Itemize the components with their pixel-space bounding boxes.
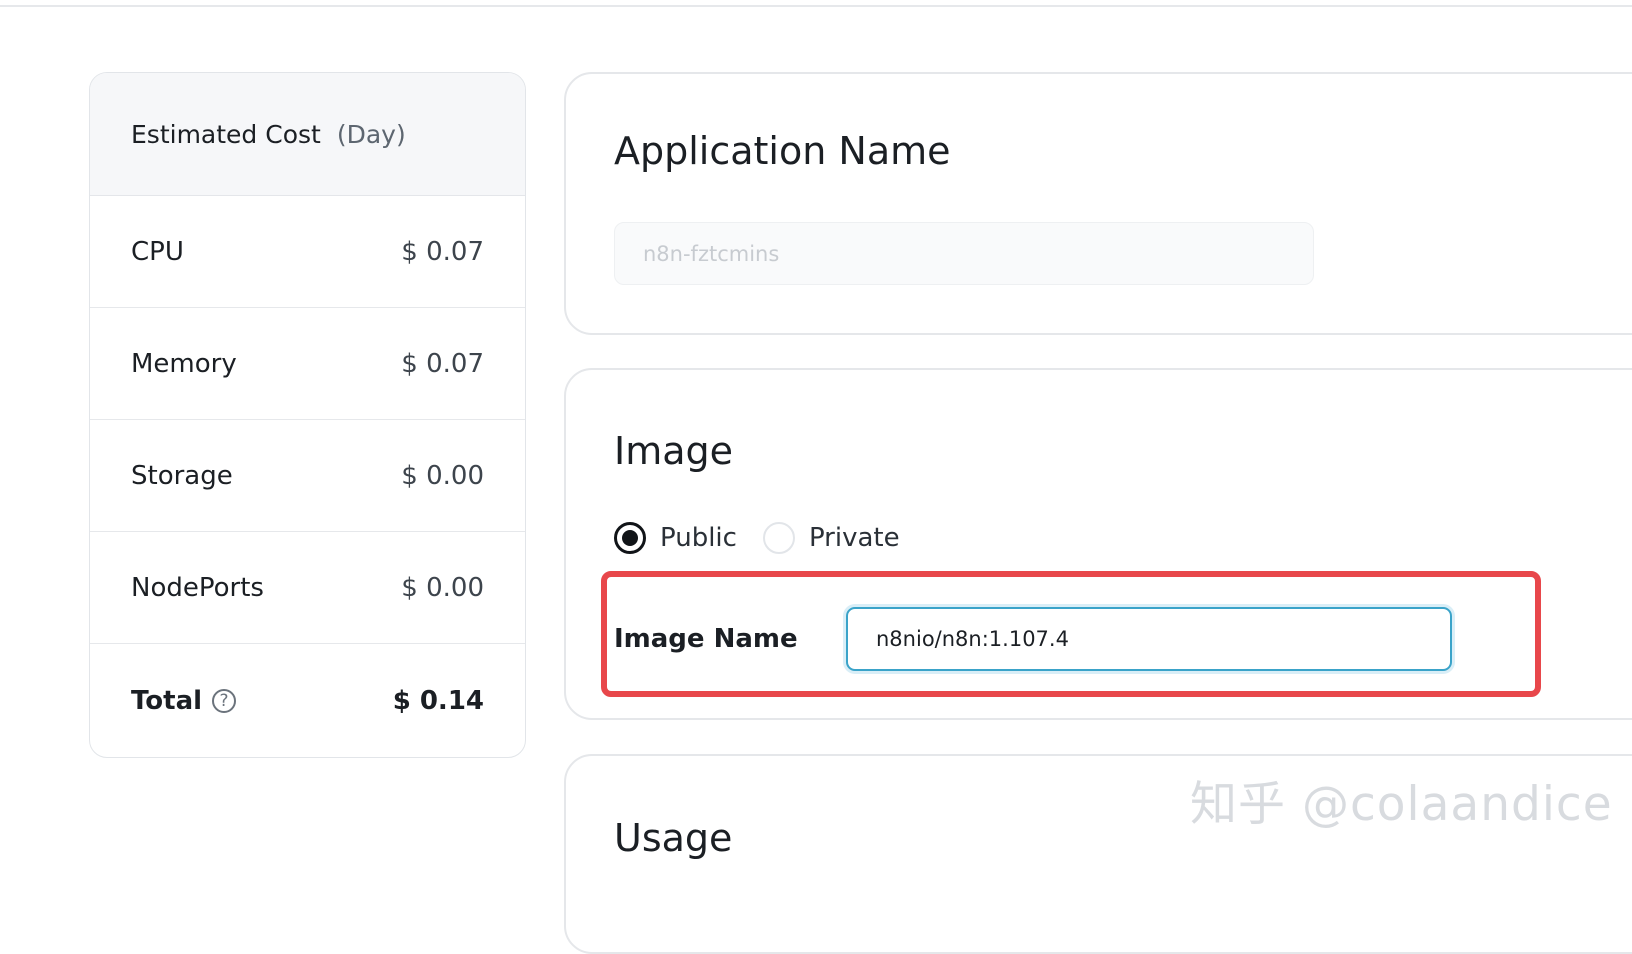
cost-label: Storage (131, 460, 233, 491)
image-visibility-radio-group: Public Private (614, 522, 900, 554)
cost-row-memory: Memory $ 0.07 (90, 308, 525, 420)
total-label-group: Total ? (131, 686, 237, 716)
image-name-label: Image Name (614, 624, 798, 654)
usage-title: Usage (614, 816, 733, 860)
image-panel: Image Public Private Image Name (564, 368, 1632, 720)
cost-row-nodeports: NodePorts $ 0.00 (90, 532, 525, 644)
cost-value: $ 0.00 (401, 572, 484, 603)
total-label: Total (131, 686, 203, 716)
cost-value: $ 0.00 (401, 460, 484, 491)
radio-unchecked-icon (762, 522, 795, 554)
image-name-input[interactable] (846, 607, 1452, 671)
radio-checked-icon (614, 522, 646, 554)
cost-value: $ 0.07 (401, 236, 484, 267)
watermark: 知乎 @colaandice (1190, 777, 1613, 832)
cost-header: Estimated Cost (Day) (90, 73, 525, 196)
cost-value: $ 0.07 (401, 348, 484, 379)
application-name-input[interactable] (614, 222, 1314, 285)
cost-row-total: Total ? $ 0.14 (90, 644, 525, 757)
cost-label: NodePorts (131, 572, 264, 603)
radio-public-label: Public (660, 523, 737, 553)
top-divider (0, 5, 1632, 7)
cost-period: (Day) (336, 119, 406, 149)
estimated-cost-card: Estimated Cost (Day) CPU $ 0.07 Memory $… (89, 72, 526, 758)
cost-title: Estimated Cost (131, 119, 321, 149)
cost-row-storage: Storage $ 0.00 (90, 420, 525, 532)
cost-row-cpu: CPU $ 0.07 (90, 196, 525, 308)
radio-public[interactable]: Public (614, 522, 737, 554)
help-circle-icon[interactable]: ? (212, 689, 237, 713)
cost-label: CPU (131, 236, 184, 267)
cost-label: Memory (131, 348, 237, 379)
image-title: Image (614, 429, 734, 473)
application-name-panel: Application Name (564, 72, 1632, 335)
total-value: $ 0.14 (392, 686, 484, 716)
radio-private[interactable]: Private (762, 522, 900, 554)
application-name-title: Application Name (614, 129, 951, 173)
radio-private-label: Private (808, 523, 900, 553)
